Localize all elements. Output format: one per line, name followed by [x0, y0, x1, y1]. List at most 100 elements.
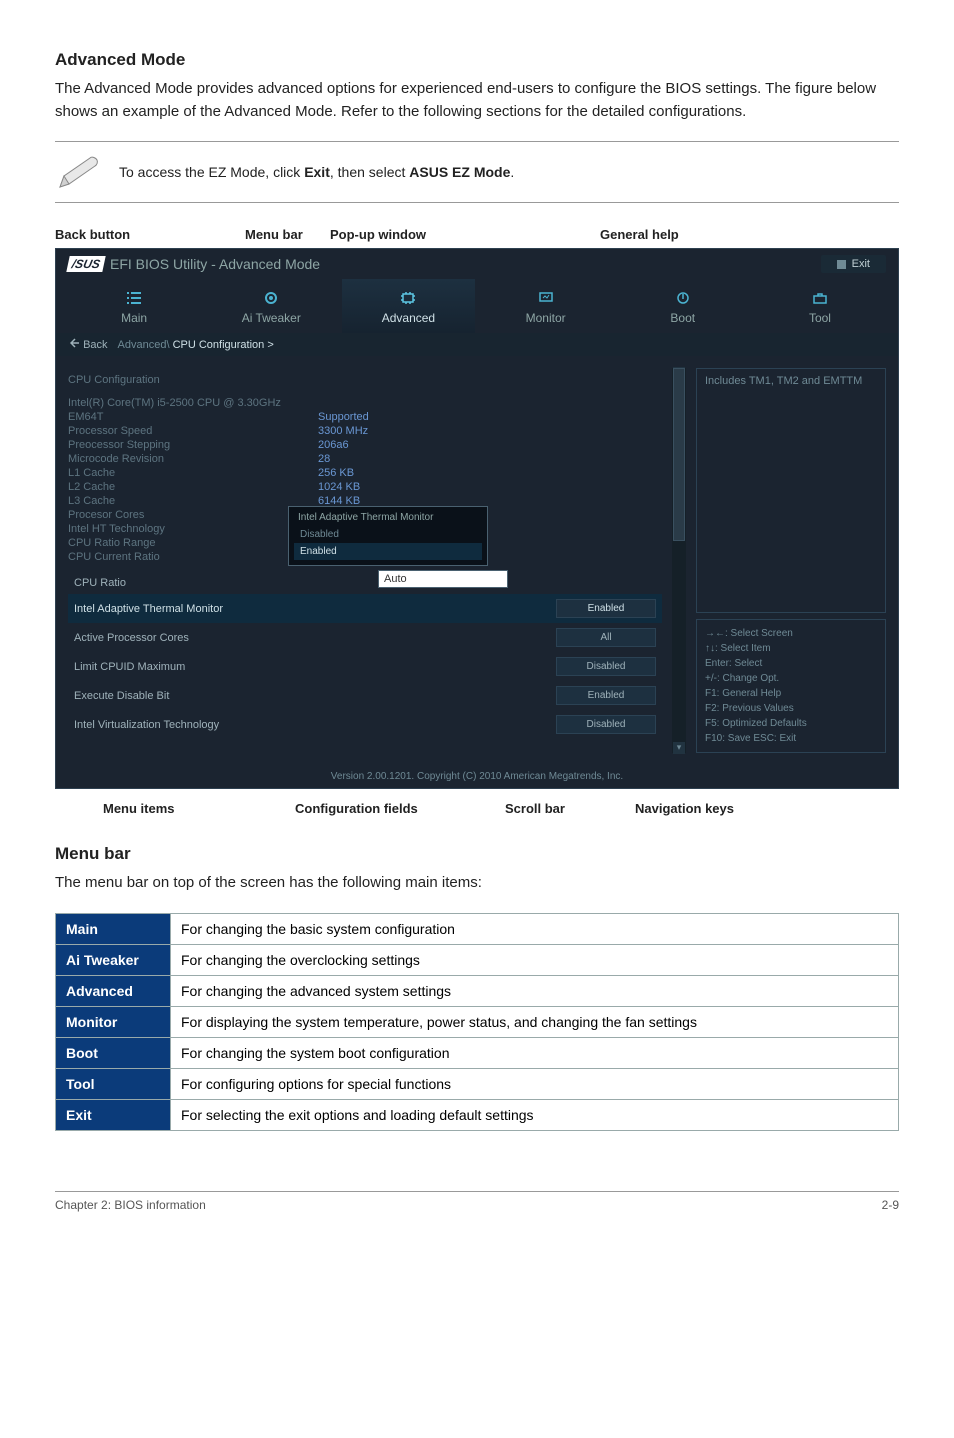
top-labels-row: Back button Menu bar Pop-up window Gener…	[55, 227, 899, 242]
scrollbar[interactable]: ▴ ▾	[672, 368, 686, 753]
cfg-label: Active Processor Cores	[74, 632, 548, 644]
cfg-active-cores[interactable]: Active Processor Cores All	[68, 623, 662, 652]
cfg-label: Execute Disable Bit	[74, 690, 548, 702]
table-row: Ai TweakerFor changing the overclocking …	[56, 944, 899, 975]
cfg-cpu-ratio[interactable]: CPU Ratio	[68, 572, 662, 594]
cfg-label: Intel Adaptive Thermal Monitor	[74, 603, 548, 615]
scroll-thumb[interactable]	[673, 368, 685, 541]
help-key: F2: Previous Values	[705, 701, 877, 716]
help-shortcuts: →←: Select Screen ↑↓: Select Item Enter:…	[696, 619, 886, 753]
nav-tabs: Main Ai Tweaker Advanced Monitor Boot To…	[56, 279, 898, 333]
info-label: CPU Current Ratio	[68, 551, 318, 563]
table-row: AdvancedFor changing the advanced system…	[56, 975, 899, 1006]
note-bold2: ASUS EZ Mode	[409, 164, 510, 180]
help-key: F10: Save ESC: Exit	[705, 731, 877, 746]
cfg-virtualization[interactable]: Intel Virtualization Technology Disabled	[68, 710, 662, 739]
monitor-icon	[538, 291, 554, 305]
tab-monitor[interactable]: Monitor	[480, 279, 612, 333]
table-desc: For configuring options for special func…	[171, 1068, 899, 1099]
label-general-help: General help	[600, 227, 679, 242]
table-desc: For selecting the exit options and loadi…	[171, 1099, 899, 1130]
table-row: MainFor changing the basic system config…	[56, 913, 899, 944]
table-desc: For changing the advanced system setting…	[171, 975, 899, 1006]
table-row: ExitFor selecting the exit options and l…	[56, 1099, 899, 1130]
popup-header: Intel Adaptive Thermal Monitor	[294, 509, 482, 526]
info-label: L2 Cache	[68, 481, 318, 493]
cfg-limit-cpuid[interactable]: Limit CPUID MaximumDisabled	[68, 652, 662, 681]
advanced-mode-body: The Advanced Mode provides advanced opti…	[55, 78, 899, 123]
label-menu-bar: Menu bar	[245, 227, 330, 242]
cfg-value: Enabled	[556, 686, 656, 705]
table-desc: For displaying the system temperature, p…	[171, 1006, 899, 1037]
tab-advanced[interactable]: Advanced	[342, 279, 474, 333]
footer-page-number: 2-9	[882, 1198, 899, 1212]
bc-path-text: Advanced\	[118, 339, 173, 351]
note-box: To access the EZ Mode, click Exit, then …	[55, 141, 899, 203]
info-val: Supported	[318, 411, 369, 423]
cfg-label: CPU Ratio	[74, 577, 656, 589]
popup-input[interactable]: Auto	[378, 570, 508, 588]
menubar-heading: Menu bar	[55, 844, 899, 864]
help-pane: Includes TM1, TM2 and EMTTM →←: Select S…	[696, 368, 886, 753]
table-key: Monitor	[56, 1006, 171, 1037]
back-button[interactable]: Back	[70, 338, 108, 351]
info-val: 206a6	[318, 439, 349, 451]
table-key: Main	[56, 913, 171, 944]
toolbox-icon	[812, 291, 828, 305]
label-popup-window: Pop-up window	[330, 227, 600, 242]
tab-boot[interactable]: Boot	[617, 279, 749, 333]
info-val: 28	[318, 453, 330, 465]
list-icon	[126, 291, 142, 305]
info-label: Intel HT Technology	[68, 523, 318, 535]
cfg-label: Limit CPUID Maximum	[74, 661, 548, 673]
bios-header: /SUS EFI BIOS Utility - Advanced Mode Ex…	[56, 249, 898, 279]
cfg-value: Enabled	[556, 599, 656, 618]
label-back-button: Back button	[55, 227, 245, 242]
note-bold1: Exit	[304, 164, 330, 180]
bc-active-text: CPU Configuration >	[173, 339, 274, 351]
help-key: →←: Select Screen	[705, 626, 877, 641]
help-key: F1: General Help	[705, 686, 877, 701]
popup-option-enabled[interactable]: Enabled	[294, 543, 482, 560]
section-title: CPU Configuration	[68, 374, 662, 386]
config-list: CPU Configuration Intel(R) Core(TM) i5-2…	[68, 368, 662, 753]
brand: /SUS EFI BIOS Utility - Advanced Mode	[68, 256, 320, 272]
menu-table: MainFor changing the basic system config…	[55, 913, 899, 1131]
breadcrumb: Back Advanced\ CPU Configuration >	[56, 333, 898, 356]
tab-tool[interactable]: Tool	[754, 279, 886, 333]
popup-option-disabled[interactable]: Disabled	[294, 526, 482, 543]
bios-window: /SUS EFI BIOS Utility - Advanced Mode Ex…	[55, 248, 899, 789]
table-key: Advanced	[56, 975, 171, 1006]
help-description: Includes TM1, TM2 and EMTTM	[696, 368, 886, 613]
bottom-pointer-labels: Menu items Configuration fields Scroll b…	[55, 801, 899, 816]
cfg-value: All	[556, 628, 656, 647]
info-label: Procesor Cores	[68, 509, 318, 521]
tab-ai-tweaker[interactable]: Ai Tweaker	[205, 279, 337, 333]
advanced-mode-heading: Advanced Mode	[55, 50, 899, 70]
page-footer: Chapter 2: BIOS information 2-9	[55, 1191, 899, 1212]
info-label: Microcode Revision	[68, 453, 318, 465]
gear-icon	[263, 291, 279, 305]
exit-button[interactable]: Exit	[821, 255, 886, 273]
info-label: CPU Ratio Range	[68, 537, 318, 549]
tab-label: Tool	[809, 311, 831, 325]
bios-footer: Version 2.00.1201. Copyright (C) 2010 Am…	[56, 765, 898, 788]
info-label: L3 Cache	[68, 495, 318, 507]
info-label: Preocessor Stepping	[68, 439, 318, 451]
brand-logo: /SUS	[66, 256, 105, 272]
cfg-value: Disabled	[556, 715, 656, 734]
help-key: ↑↓: Select Item	[705, 641, 877, 656]
breadcrumb-path: Advanced\ CPU Configuration >	[118, 339, 274, 351]
help-key: F5: Optimized Defaults	[705, 716, 877, 731]
tab-main[interactable]: Main	[68, 279, 200, 333]
label-nav-keys: Navigation keys	[635, 801, 734, 816]
label-menu-items: Menu items	[55, 801, 295, 816]
exit-icon	[837, 260, 846, 269]
cfg-label: Intel Virtualization Technology	[74, 719, 548, 731]
table-row: ToolFor configuring options for special …	[56, 1068, 899, 1099]
cfg-execute-disable[interactable]: Execute Disable Bit Enabled	[68, 681, 662, 710]
info-val: 256 KB	[318, 467, 354, 479]
scroll-down-button[interactable]: ▾	[673, 742, 685, 754]
cfg-thermal-monitor[interactable]: Intel Adaptive Thermal Monitor Enabled	[68, 594, 662, 623]
note-text: To access the EZ Mode, click Exit, then …	[119, 164, 514, 180]
